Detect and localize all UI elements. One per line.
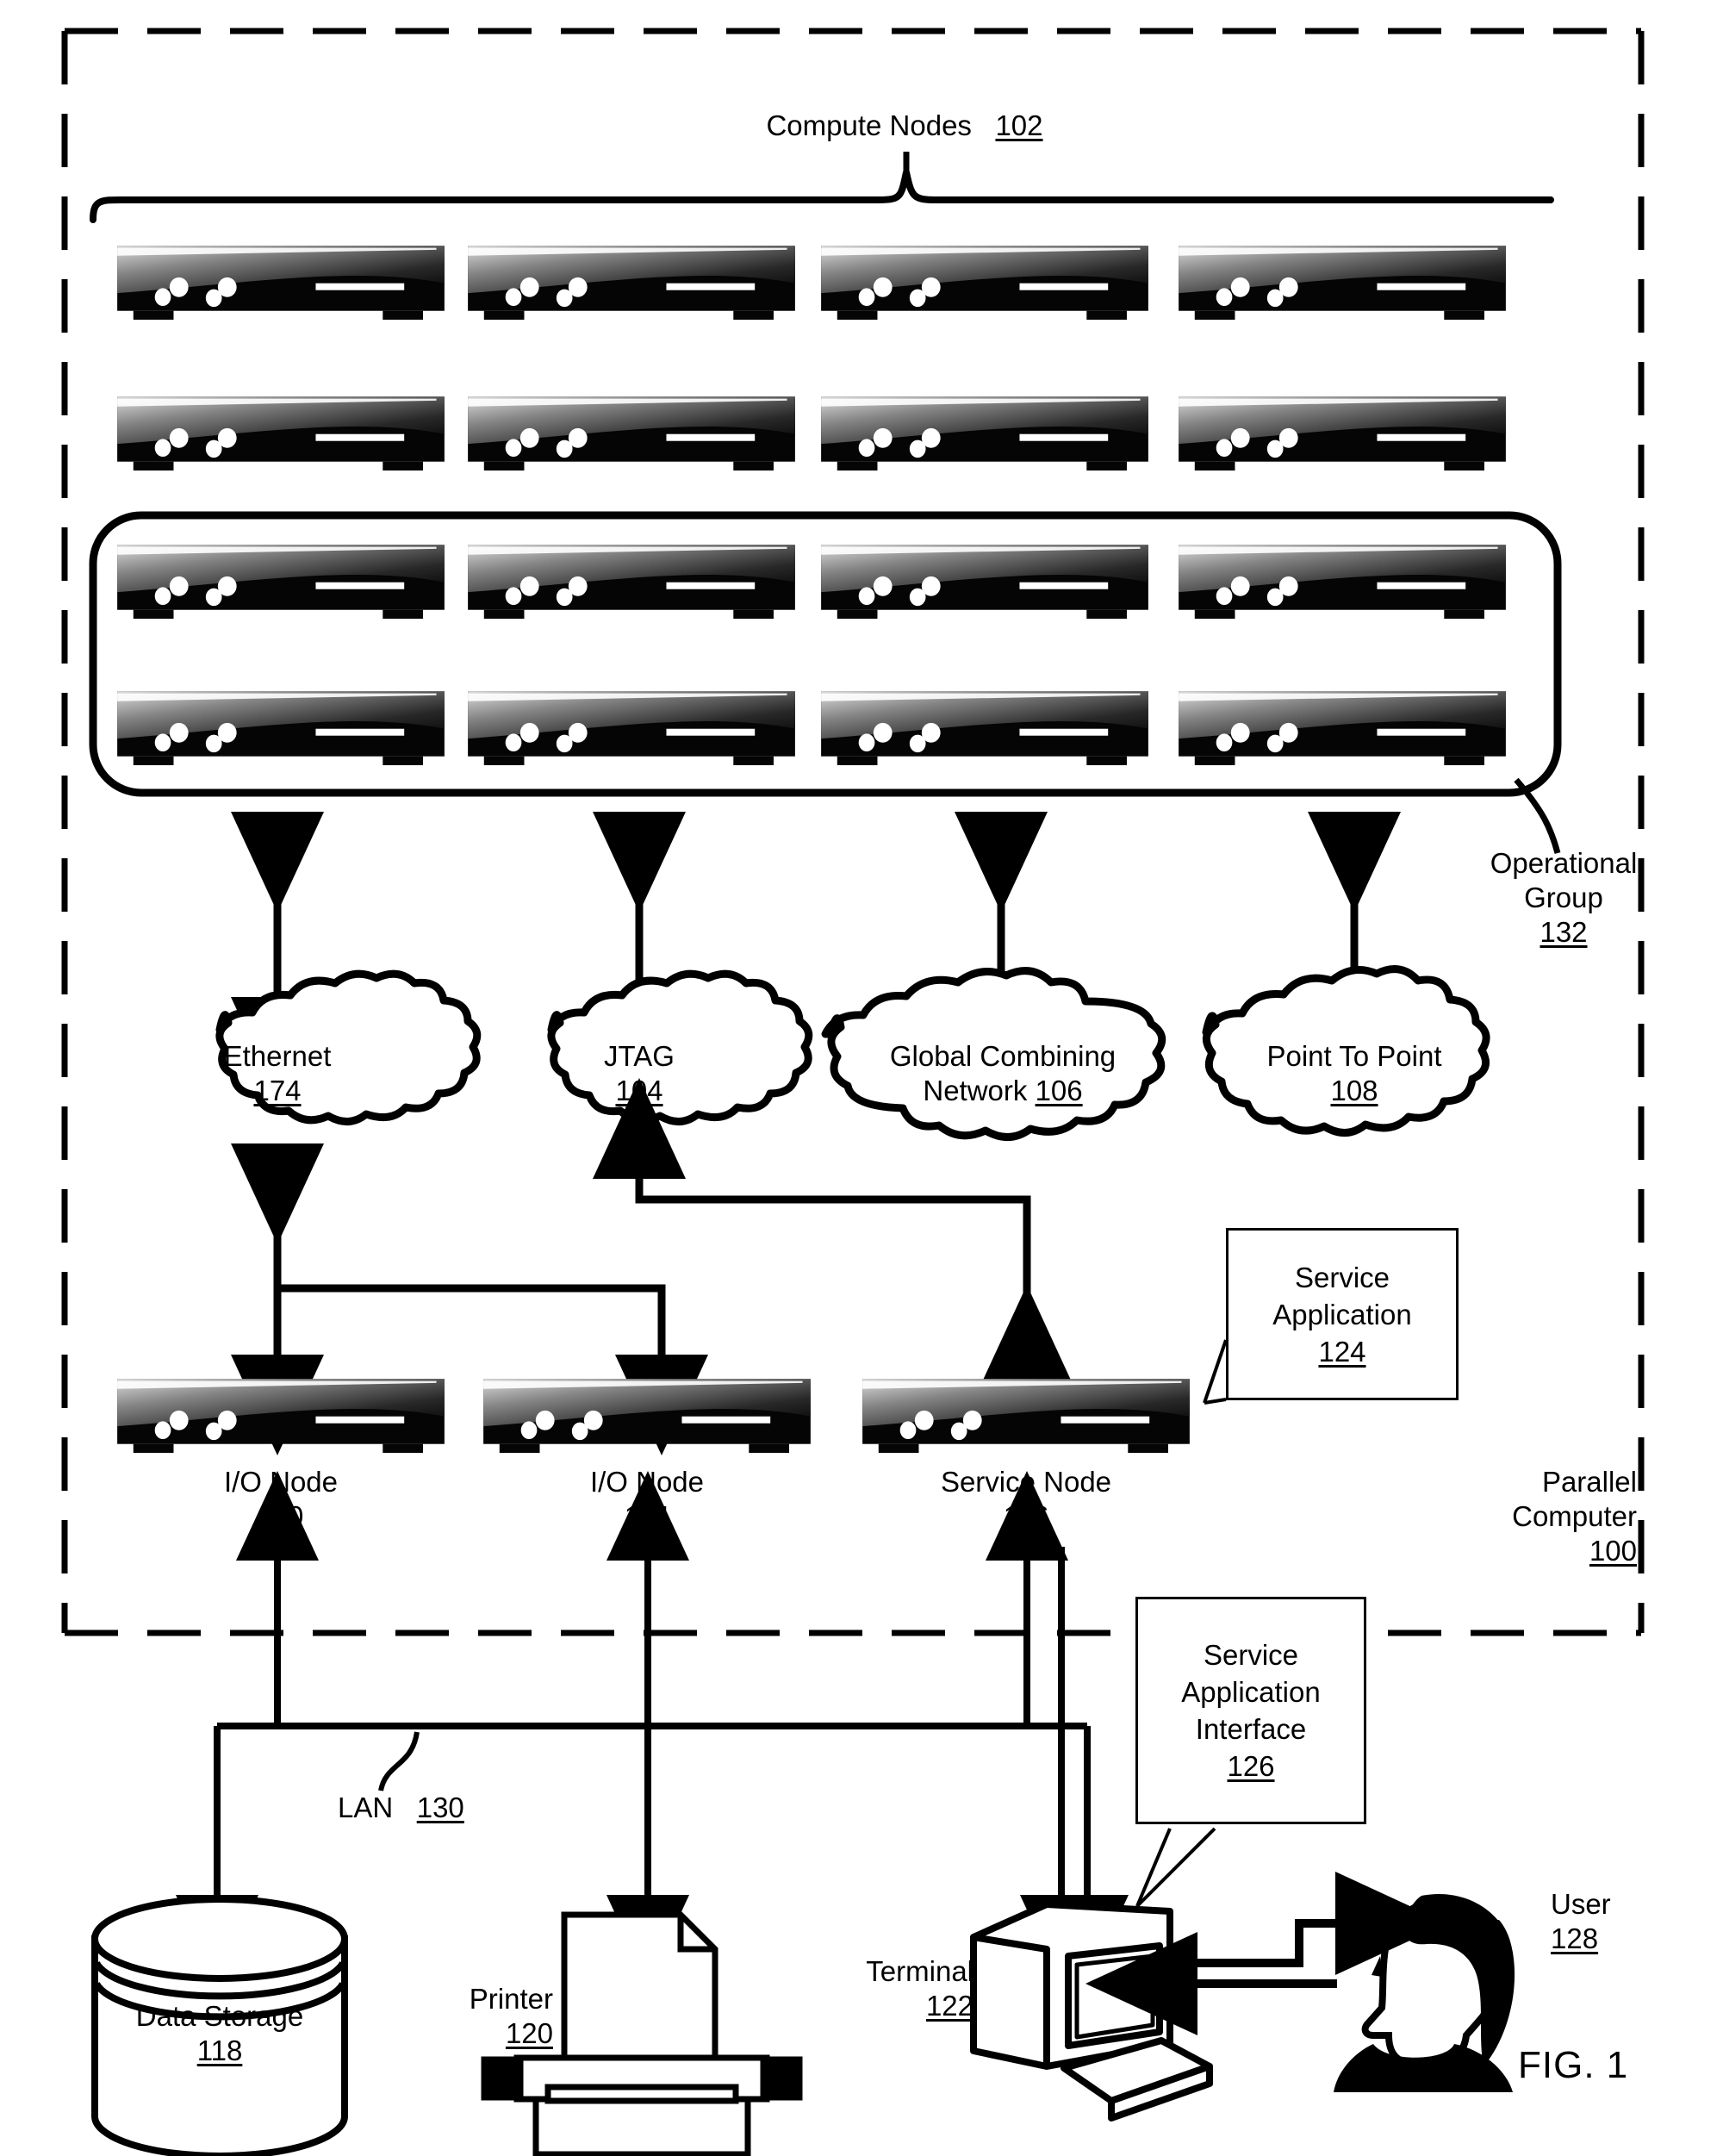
lan-ref: 130 xyxy=(416,1791,464,1823)
io-node-110-ref: 110 xyxy=(258,1500,304,1532)
cloud-ptp-ref: 108 xyxy=(1330,1075,1378,1106)
terminal-label: Terminal 122 xyxy=(793,1954,973,2023)
terminal-name: Terminal xyxy=(866,1955,973,1987)
cloud-global-line1: Global Combining xyxy=(889,1040,1117,1072)
io-and-service-nodes xyxy=(117,1379,1190,1453)
io-node-110-label: I/O Node 110 xyxy=(143,1465,419,1534)
sai-line1: Service xyxy=(1203,1639,1299,1671)
operational-group-line2: Group xyxy=(1524,882,1603,913)
figure-caption: FIG. 1 xyxy=(1518,2044,1629,2086)
cloud-ptp-name: Point To Point xyxy=(1266,1040,1442,1072)
service-node-116-label: Service Node 116 xyxy=(888,1465,1164,1534)
cloud-label-global-combining: Global Combining Global Combining Networ… xyxy=(840,1039,1166,1108)
user-name: User xyxy=(1551,1888,1611,1920)
io-node-114-label: I/O Node 114 xyxy=(509,1465,785,1534)
io-node-114-name: I/O Node xyxy=(589,1466,705,1498)
parallel-computer-line2: Computer xyxy=(1512,1500,1637,1532)
io-node-110-name: I/O Node xyxy=(223,1466,339,1498)
cloud-label-ethernet: Ethernet 174 xyxy=(200,1039,355,1108)
service-application-ref: 124 xyxy=(1318,1335,1366,1368)
compute-nodes-brace xyxy=(90,169,1554,223)
user-ref: 128 xyxy=(1551,1922,1599,1954)
parallel-computer-ref: 100 xyxy=(1589,1535,1637,1567)
cloud-label-point-to-point: Point To Point 108 xyxy=(1229,1039,1479,1108)
service-application-leader xyxy=(1203,1339,1228,1405)
lan-bus xyxy=(176,1471,1129,1985)
cloud-ethernet-name: Ethernet xyxy=(223,1040,332,1072)
service-node-116-name: Service Node xyxy=(940,1466,1112,1498)
service-app-interface-leader xyxy=(1135,1827,1216,1908)
cloud-global-ref: 106 xyxy=(1035,1075,1083,1106)
operational-group-line1: Operational xyxy=(1490,847,1638,879)
operational-group-label: Operational Group 132 xyxy=(1465,846,1663,950)
operational-group-ref: 132 xyxy=(1540,916,1588,948)
sai-line2: Application xyxy=(1181,1676,1321,1708)
user-head-icon xyxy=(1334,1893,1515,2092)
compute-nodes-label: Compute Nodes 102 xyxy=(724,109,1085,143)
figure-canvas: Compute Nodes 102 Operational Group 132 … xyxy=(0,0,1723,2156)
service-application-box: Service Application 124 xyxy=(1226,1228,1459,1400)
service-application-line2: Application xyxy=(1272,1298,1412,1330)
data-storage-name: Data Storage xyxy=(135,2000,304,2032)
terminal-user-arrows xyxy=(1085,1872,1447,2035)
terminal-ref: 122 xyxy=(925,1990,973,2022)
network-to-node-connections xyxy=(231,1078,1073,1455)
compute-nodes-label-text: Compute Nodes xyxy=(766,109,972,141)
compute-nodes-ref: 102 xyxy=(995,109,1043,141)
service-node-116-ref: 116 xyxy=(1003,1500,1049,1532)
terminal-icon xyxy=(970,1901,1213,2122)
cloud-jtag-ref: 104 xyxy=(615,1075,663,1106)
data-storage-label: Data Storage 118 xyxy=(95,1999,345,2068)
cloud-label-jtag: JTAG 104 xyxy=(562,1039,717,1108)
parallel-computer-label: Parallel Computer 100 xyxy=(1447,1465,1637,1568)
service-application-line1: Service xyxy=(1294,1261,1390,1293)
lan-label: LAN 130 xyxy=(338,1791,544,1825)
printer-name: Printer xyxy=(469,1983,553,2015)
sai-line3: Interface xyxy=(1195,1713,1307,1745)
printer-ref: 120 xyxy=(505,2017,553,2049)
service-application-interface-box: Service Application Interface 126 xyxy=(1135,1597,1366,1824)
printer-label: Printer 120 xyxy=(389,1982,553,2051)
cloud-ethernet-ref: 174 xyxy=(253,1075,302,1106)
compute-node-grid xyxy=(117,246,1506,765)
data-storage-ref: 118 xyxy=(196,2034,243,2066)
sai-ref: 126 xyxy=(1227,1750,1275,1782)
lan-label-text: LAN xyxy=(338,1791,394,1823)
parallel-computer-line1: Parallel xyxy=(1541,1466,1637,1498)
user-label: User 128 xyxy=(1551,1887,1689,1956)
cloud-jtag-name: JTAG xyxy=(604,1040,675,1072)
io-node-114-ref: 114 xyxy=(624,1500,670,1532)
